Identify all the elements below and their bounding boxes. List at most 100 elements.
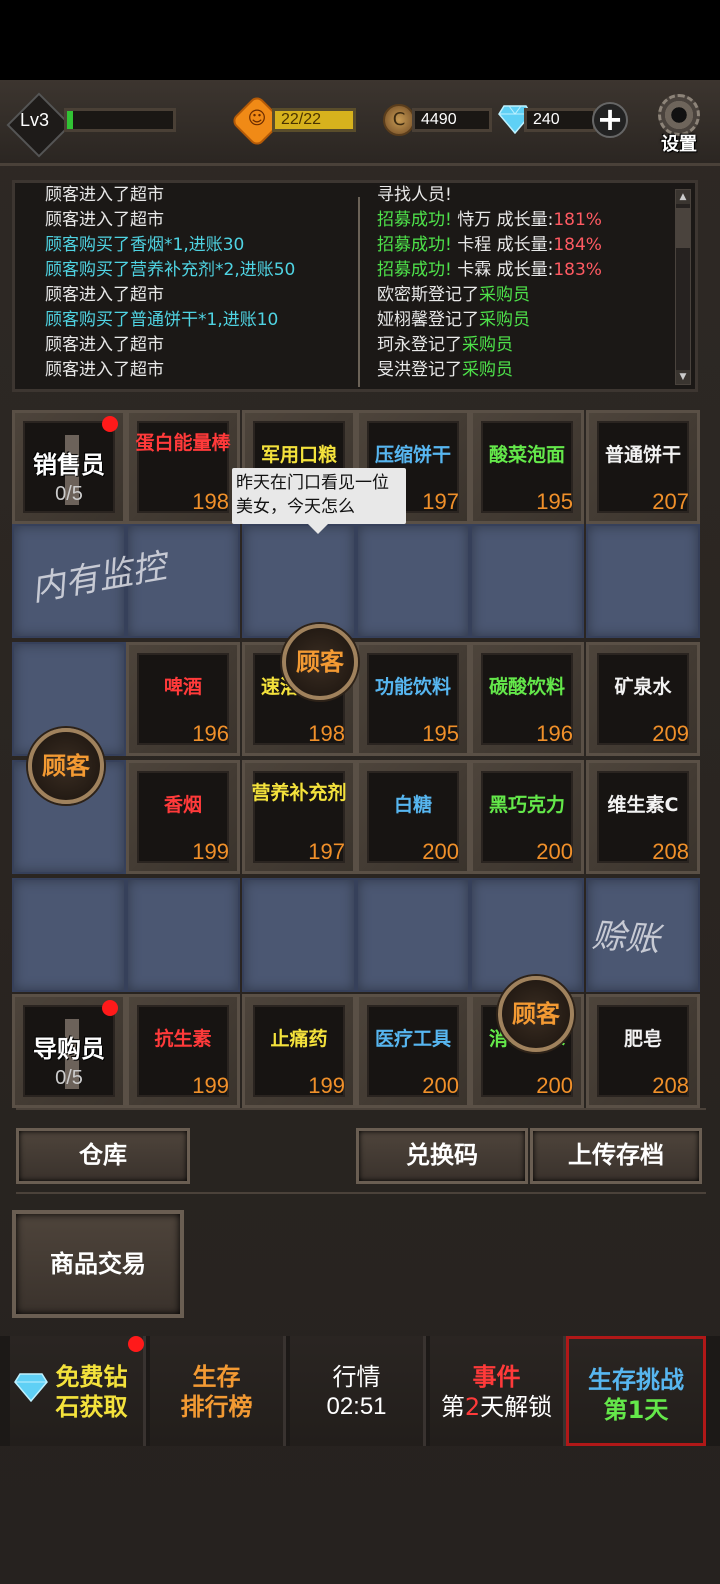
- floor-tile: [586, 524, 700, 638]
- shelf-slot[interactable]: 肥皂 208: [586, 994, 700, 1108]
- customer-token[interactable]: 顾客: [28, 728, 104, 804]
- floor-tile: [470, 878, 584, 992]
- market-tab[interactable]: 行情 02:51: [290, 1336, 426, 1446]
- log-entry-part: 旻洪登记了: [377, 360, 462, 380]
- divider: [16, 1108, 706, 1110]
- shelf-slot[interactable]: 蛋白能量棒 198: [126, 410, 240, 524]
- smile-icon: ☺: [247, 108, 267, 129]
- log-entry: 顾客购买了普通饼干*1,进账10: [45, 310, 279, 330]
- staff-log: 寻找人员! 招募成功! 恃万 成长量:181% 招募成功! 卡程 成长量:184% 招…: [377, 183, 677, 383]
- top-hud: Lv3 ☺ 22/22 C 4490 240 + 设置: [0, 80, 720, 166]
- log-entry: 招募成功! 卡霖 成长量:183%: [377, 258, 677, 283]
- trade-button[interactable]: 商品交易: [12, 1210, 184, 1318]
- shelf-slot[interactable]: 啤酒 196: [126, 642, 240, 756]
- shelf-item-qty: 200: [536, 1073, 573, 1098]
- event-log: 顾客进入了超市 顾客进入了超市 顾客购买了香烟*1,进账30 顾客购买了营养补充剂*2…: [12, 180, 698, 392]
- floor-tile: [242, 524, 356, 638]
- divider: [16, 1192, 706, 1194]
- event-day-prefix: 第: [440, 1393, 465, 1421]
- shelf-item-name: 止痛药: [270, 1028, 328, 1050]
- add-gems-button[interactable]: +: [592, 102, 628, 138]
- event-line1: 事件: [472, 1363, 521, 1391]
- log-entry: 顾客购买了香烟*1,进账30: [45, 235, 245, 255]
- rank-tab[interactable]: 生存 排行榜: [150, 1336, 286, 1446]
- xp-bar: [64, 108, 176, 132]
- survival-challenge-tab[interactable]: 生存挑战 第1天: [566, 1336, 706, 1446]
- shelf-slot[interactable]: 营养补充剂 197: [242, 760, 356, 874]
- event-line2: 第2天解锁: [430, 1392, 563, 1422]
- shelf-item-name: 肥皂: [623, 1028, 662, 1050]
- log-entry-part: 招募成功!: [377, 260, 458, 280]
- log-entry-part: 娅栩馨登记了: [377, 310, 479, 330]
- customer-log: 顾客进入了超市 顾客进入了超市 顾客购买了香烟*1,进账30 顾客购买了营养补充剂*2…: [45, 183, 345, 383]
- notification-dot: [128, 1336, 144, 1352]
- shelf-item-qty: 197: [422, 489, 459, 514]
- shelf-item-qty: 199: [192, 1073, 229, 1098]
- diamond-icon: [14, 1373, 48, 1402]
- free-gems-tab[interactable]: 免费钻 石获取: [10, 1336, 146, 1446]
- shelf-item-name: 碳酸饮料: [488, 676, 565, 698]
- log-entry-part: 采购员: [479, 285, 530, 305]
- coin-icon: C: [383, 104, 415, 136]
- customer-speech-bubble: 昨天在门口看见一位美女，今天怎么: [232, 468, 406, 534]
- shelf-item-qty: 208: [652, 839, 689, 864]
- log-entry-part: 招募成功!: [377, 235, 458, 255]
- customer-token[interactable]: 顾客: [282, 624, 358, 700]
- stamina-value: 22/22: [272, 108, 356, 132]
- floor-tile: [470, 524, 584, 638]
- log-divider: [358, 197, 360, 387]
- log-entry-part: 卡程 成长量:: [457, 235, 554, 255]
- shelf-slot[interactable]: 维生素C 208: [586, 760, 700, 874]
- shelf-slot[interactable]: 酸菜泡面 195: [470, 410, 584, 524]
- scroll-down-icon[interactable]: ▼: [676, 370, 690, 384]
- settings-label: 设置: [661, 134, 697, 155]
- shelf-item-name: 维生素C: [607, 794, 679, 816]
- shelf-slot[interactable]: 抗生素 199: [126, 994, 240, 1108]
- log-scrollbar[interactable]: ▲ ▼: [675, 189, 691, 385]
- shelf-item-qty: 199: [192, 839, 229, 864]
- shelf-item-qty: 200: [422, 839, 459, 864]
- shelf-item-qty: 200: [536, 839, 573, 864]
- log-entry: 招募成功! 恃万 成长量:181%: [377, 208, 677, 233]
- shelf-item-qty: 208: [652, 1073, 689, 1098]
- event-day-number: 2: [464, 1393, 481, 1421]
- shelf-slot[interactable]: 碳酸饮料 196: [470, 642, 584, 756]
- redeem-code-button[interactable]: 兑换码: [356, 1128, 528, 1184]
- shelf-slot[interactable]: 医疗工具 200: [356, 994, 470, 1108]
- floor-tile: [356, 878, 470, 992]
- shelf-slot[interactable]: 白糖 200: [356, 760, 470, 874]
- shelf-item-name: 功能饮料: [374, 676, 451, 698]
- log-entry: 顾客进入了超市: [45, 285, 164, 305]
- shelf-item-qty: 207: [652, 489, 689, 514]
- shelf-item-name: 香烟: [163, 794, 202, 816]
- shelf-item-name: 酸菜泡面: [488, 444, 565, 466]
- shelf-slot[interactable]: 香烟 199: [126, 760, 240, 874]
- shelf-slot[interactable]: 普通饼干 207: [586, 410, 700, 524]
- shelf-item-name: 营养补充剂: [251, 782, 347, 804]
- shelf-item-qty: 198: [192, 489, 229, 514]
- customer-token[interactable]: 顾客: [498, 976, 574, 1052]
- shelf-item-name: 抗生素: [154, 1028, 212, 1050]
- log-entry-part: 采购员: [479, 310, 530, 330]
- log-entry-part: 恃万 成长量:: [457, 210, 554, 230]
- log-entry-part: 采购员: [462, 360, 513, 380]
- warehouse-button[interactable]: 仓库: [16, 1128, 190, 1184]
- shelf-item-name: 啤酒: [163, 676, 202, 698]
- scroll-up-icon[interactable]: ▲: [676, 190, 690, 204]
- shelf-slot[interactable]: 功能饮料 195: [356, 642, 470, 756]
- scroll-thumb[interactable]: [676, 208, 690, 248]
- sales-staff-count: 0/5: [55, 483, 83, 505]
- log-entry: 顾客进入了超市: [45, 185, 164, 205]
- event-tab[interactable]: 事件 第2天解锁: [430, 1336, 566, 1446]
- market-line1: 行情: [332, 1363, 381, 1391]
- market-timer: 02:51: [326, 1393, 387, 1420]
- shelf-slot[interactable]: 矿泉水 209: [586, 642, 700, 756]
- upload-save-button[interactable]: 上传存档: [530, 1128, 702, 1184]
- shelf-slot[interactable]: 黑巧克力 200: [470, 760, 584, 874]
- shelf-slot[interactable]: 止痛药 199: [242, 994, 356, 1108]
- log-entry: 顾客进入了超市: [45, 210, 164, 230]
- shelf-item-name: 黑巧克力: [488, 794, 565, 816]
- floor-tile: [12, 878, 126, 992]
- log-entry-part: 采购员: [462, 335, 513, 355]
- settings-button[interactable]: 设置: [650, 94, 708, 156]
